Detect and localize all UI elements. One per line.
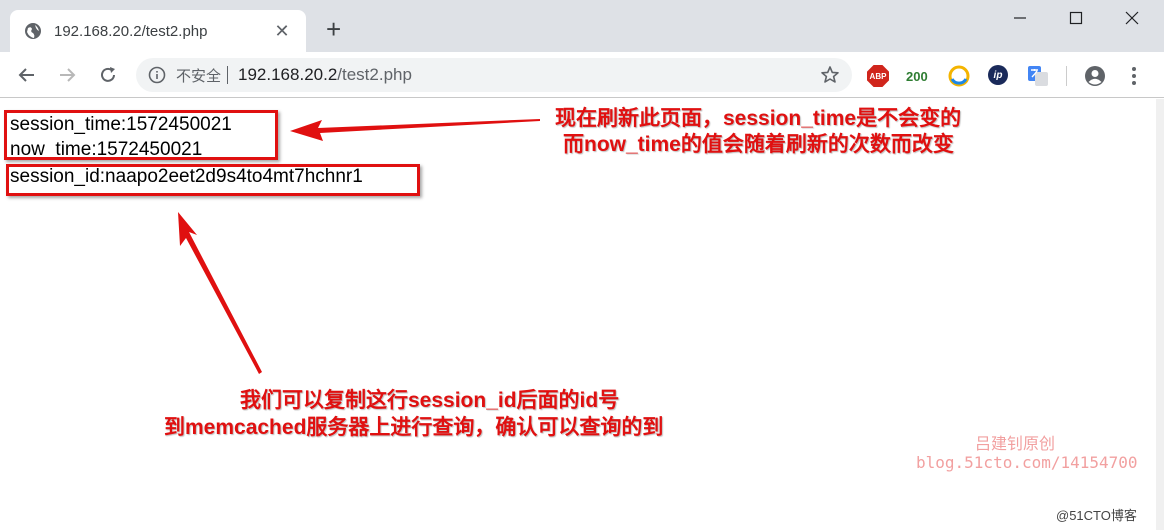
arrow-to-session-id	[178, 212, 262, 374]
annotation-bottom-line1: 我们可以复制这行session_id后面的id号	[240, 389, 620, 412]
annotation-bottom-line2: 到memcached服务器上进行查询，确认可以查询的到	[164, 416, 664, 439]
watermark-site: @51CTO博客	[1056, 508, 1137, 523]
annotation-top-line2: 而now_time的值会随着刷新的次数而改变	[563, 133, 954, 156]
arrow-to-times	[290, 119, 540, 141]
page-scrollbar[interactable]	[1156, 99, 1164, 530]
watermark-blog: blog.51cto.com/14154700	[916, 453, 1138, 472]
watermark-author: 吕建钊原创	[975, 434, 1056, 453]
